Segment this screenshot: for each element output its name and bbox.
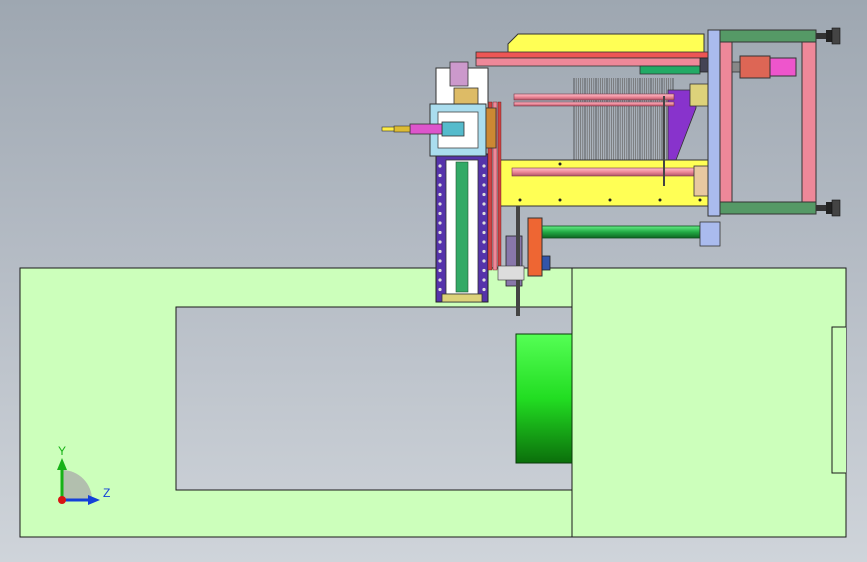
frame-bottom-rail <box>717 201 817 215</box>
column-bolt <box>482 173 486 178</box>
triad-x-dot <box>58 496 66 504</box>
column-bolt <box>482 268 486 273</box>
cad-viewport[interactable]: Y Z <box>0 0 867 562</box>
column-bolt <box>438 202 442 206</box>
assembly-drawing: Y Z <box>19 27 847 538</box>
comb-wire-array <box>573 78 674 166</box>
rod-end-block <box>699 221 721 247</box>
frame-top-rail <box>717 29 817 43</box>
column-bolt <box>438 230 442 235</box>
green-guide-rod <box>539 225 701 239</box>
column-bolt <box>438 221 442 225</box>
triad-y-label: Y <box>58 444 66 458</box>
frame-right-post <box>801 29 817 213</box>
column-green-rail <box>455 161 469 293</box>
green-drum <box>515 333 573 464</box>
column-bolt <box>482 259 486 263</box>
column-bolt <box>482 164 486 168</box>
column-bolt <box>438 173 442 178</box>
top-pink-rail <box>475 57 715 67</box>
column-foot <box>441 293 483 303</box>
column-bolt <box>482 240 486 244</box>
head-bearing <box>453 87 479 105</box>
nozzle-tip <box>393 125 411 133</box>
motor-body <box>739 55 771 79</box>
column-bolt <box>438 211 442 216</box>
column-bolt <box>438 287 442 292</box>
motor-coupling <box>731 61 741 73</box>
column-bolt <box>438 192 442 197</box>
machine-base <box>19 267 847 538</box>
lower-shaft <box>516 206 520 316</box>
column-bolt <box>438 268 442 273</box>
orange-bracket <box>527 217 543 277</box>
column-bolt <box>438 183 442 187</box>
upper-pink-rod-2 <box>513 101 675 107</box>
yellow-lower-plate <box>499 159 711 207</box>
column-bolt <box>482 230 486 235</box>
frame-inner-post <box>707 29 721 217</box>
column-bolt <box>438 249 442 254</box>
bracket-nut <box>541 255 551 271</box>
motor-end-cap <box>769 57 797 77</box>
column-bolt <box>482 278 486 282</box>
column-bolt <box>438 240 442 244</box>
base-right-notch <box>831 326 846 474</box>
frame-feet-top <box>816 27 841 45</box>
column-bolt <box>438 259 442 263</box>
vertical-red-bar-3 <box>497 101 502 271</box>
head-cap <box>449 61 469 87</box>
column-bolt <box>482 249 486 254</box>
column-bolt <box>438 278 442 282</box>
column-bolt <box>438 164 442 168</box>
column-bolt <box>482 211 486 216</box>
upper-pink-rod <box>513 93 675 101</box>
base-right-block <box>571 267 847 538</box>
column-bolt <box>482 287 486 292</box>
lower-clamp <box>497 265 525 281</box>
column-bolt <box>482 192 486 197</box>
column-bolt <box>482 221 486 225</box>
column-bolt <box>482 183 486 187</box>
head-side-bracket <box>485 107 497 149</box>
column-bolt <box>482 202 486 206</box>
top-yellow-plate <box>507 33 705 55</box>
top-red-rail <box>475 51 715 59</box>
head-nozzle <box>409 123 443 135</box>
head-gripper <box>441 121 465 137</box>
nozzle-point <box>381 126 395 132</box>
top-green-slide <box>639 65 701 75</box>
frame-feet-bottom <box>816 199 841 217</box>
triad-z-label: Z <box>103 486 110 500</box>
lower-pink-rod <box>511 167 703 177</box>
